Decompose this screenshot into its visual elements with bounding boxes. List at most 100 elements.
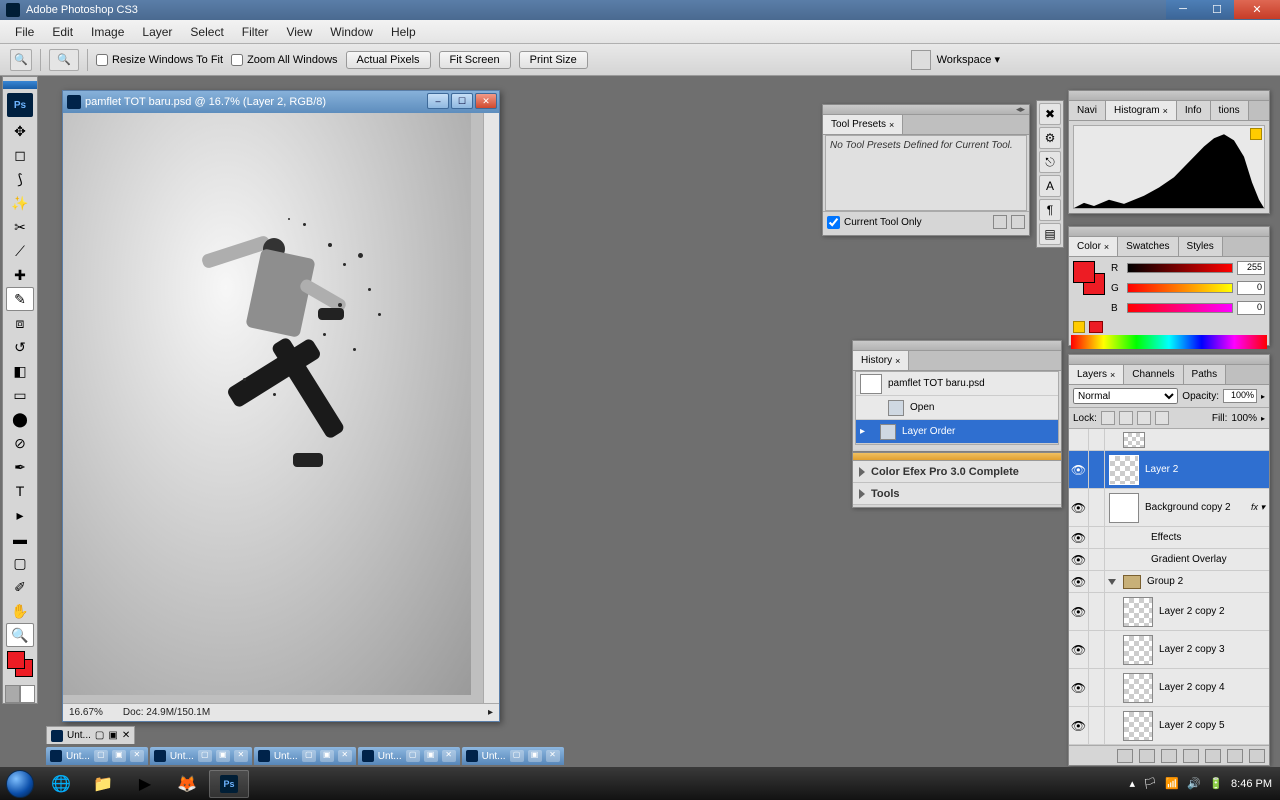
lock-all-icon[interactable] — [1155, 411, 1169, 425]
marquee-tool[interactable]: ◻ — [6, 143, 34, 167]
color-swatch[interactable] — [5, 651, 35, 679]
visibility-toggle[interactable]: 👁 — [1069, 451, 1089, 488]
actual-pixels-button[interactable]: Actual Pixels — [346, 51, 431, 69]
plugin-row[interactable]: Tools — [853, 483, 1061, 505]
blur-tool[interactable]: ⬤ — [6, 407, 34, 431]
gamut-warning-icon[interactable] — [1073, 321, 1085, 333]
tray-flag-icon[interactable]: 🏳 — [1143, 777, 1157, 791]
red-slider[interactable] — [1127, 263, 1233, 273]
lock-position-icon[interactable] — [1137, 411, 1151, 425]
menu-select[interactable]: Select — [181, 22, 232, 42]
zoom-preset-icon[interactable]: 🔍 — [49, 49, 79, 71]
menu-help[interactable]: Help — [382, 22, 425, 42]
history-item[interactable]: Open — [856, 396, 1058, 420]
doc-tab[interactable]: Unt...▢▣✕ — [358, 747, 460, 765]
menu-view[interactable]: View — [277, 22, 321, 42]
new-preset-icon[interactable] — [993, 215, 1007, 229]
layer-effect-row[interactable]: 👁Gradient Overlay — [1069, 549, 1269, 571]
color-swatches[interactable] — [1073, 261, 1105, 305]
taskbar-photoshop-icon[interactable]: Ps — [209, 770, 249, 798]
tab-history[interactable]: History× — [853, 351, 909, 370]
screen-mode-icon[interactable] — [911, 50, 931, 70]
panel-drag-handle[interactable] — [1069, 91, 1269, 101]
doc-tab[interactable]: Unt...▢▣✕ — [462, 747, 564, 765]
new-layer-icon[interactable] — [1227, 749, 1243, 763]
tray-volume-icon[interactable]: 🔊 — [1187, 777, 1201, 791]
type-tool[interactable]: T — [6, 479, 34, 503]
tab-navigator[interactable]: Navi — [1069, 101, 1106, 120]
menu-file[interactable]: File — [6, 22, 43, 42]
panel-drag-handle[interactable]: ◂▸ — [823, 105, 1029, 115]
panel-drag-handle[interactable] — [1069, 227, 1269, 237]
layer-row[interactable]: 👁Layer 2 copy 2 — [1069, 593, 1269, 631]
doc-close-button[interactable]: ✕ — [475, 93, 497, 109]
visibility-toggle[interactable]: 👁 — [1069, 489, 1089, 526]
tab-tool-presets[interactable]: Tool Presets× — [823, 115, 903, 134]
notes-tool[interactable]: ▢ — [6, 551, 34, 575]
fill-input[interactable]: 100% — [1231, 413, 1257, 424]
tray-battery-icon[interactable]: 🔋 — [1209, 777, 1223, 791]
layer-row[interactable]: 👁Layer 2 — [1069, 451, 1269, 489]
menu-edit[interactable]: Edit — [43, 22, 82, 42]
shape-tool[interactable]: ▬ — [6, 527, 34, 551]
window-minimize-button[interactable]: ─ — [1166, 0, 1200, 19]
hand-tool[interactable]: ✋ — [6, 599, 34, 623]
tab-max-icon[interactable]: ▣ — [108, 730, 117, 741]
zoom-tool-icon[interactable]: 🔍 — [10, 49, 32, 71]
layer-row[interactable]: 👁Background copy 2fx ▾ — [1069, 489, 1269, 527]
tray-network-icon[interactable]: 📶 — [1165, 777, 1179, 791]
doc-minimize-button[interactable]: – — [427, 93, 449, 109]
new-group-icon[interactable] — [1205, 749, 1221, 763]
opacity-flyout-icon[interactable]: ▸ — [1261, 392, 1265, 401]
window-close-button[interactable]: ✕ — [1234, 0, 1280, 19]
dock-icon[interactable]: ✖ — [1039, 103, 1061, 125]
tab-info[interactable]: Info — [1177, 101, 1211, 120]
pen-tool[interactable]: ✒ — [6, 455, 34, 479]
current-tool-only-checkbox[interactable] — [827, 216, 840, 229]
taskbar-ie-icon[interactable]: 🌐 — [41, 770, 81, 798]
panel-drag-handle[interactable] — [853, 453, 1061, 461]
tab-histogram[interactable]: Histogram× — [1106, 101, 1177, 120]
tab-swatches[interactable]: Swatches — [1118, 237, 1178, 256]
lock-transparency-icon[interactable] — [1101, 411, 1115, 425]
delete-preset-icon[interactable] — [1011, 215, 1025, 229]
heal-tool[interactable]: ✚ — [6, 263, 34, 287]
zoom-level[interactable]: 16.67% — [69, 707, 103, 718]
adjustment-layer-icon[interactable] — [1183, 749, 1199, 763]
taskbar-media-icon[interactable]: ▶ — [125, 770, 165, 798]
start-button[interactable] — [0, 767, 40, 800]
tab-layers[interactable]: Layers× — [1069, 365, 1124, 384]
history-snapshot[interactable]: pamflet TOT baru.psd — [856, 372, 1058, 396]
green-slider[interactable] — [1127, 283, 1233, 293]
toolbox-handle[interactable] — [3, 81, 37, 89]
layer-row[interactable]: 👁Layer 2 copy 3 — [1069, 631, 1269, 669]
lasso-tool[interactable]: ⟆ — [6, 167, 34, 191]
blue-slider[interactable] — [1127, 303, 1233, 313]
history-brush-tool[interactable]: ↺ — [6, 335, 34, 359]
tab-color[interactable]: Color× — [1069, 237, 1118, 256]
red-value[interactable]: 255 — [1237, 261, 1265, 275]
link-layers-icon[interactable] — [1117, 749, 1133, 763]
lock-pixels-icon[interactable] — [1119, 411, 1133, 425]
gradient-tool[interactable]: ▭ — [6, 383, 34, 407]
tab-actions[interactable]: tions — [1211, 101, 1249, 120]
fit-screen-button[interactable]: Fit Screen — [439, 51, 511, 69]
dock-icon[interactable]: ⚙ — [1039, 127, 1061, 149]
layer-fx-icon[interactable] — [1139, 749, 1155, 763]
menu-layer[interactable]: Layer — [133, 22, 181, 42]
slice-tool[interactable]: ⟋ — [6, 239, 34, 263]
dock-icon[interactable]: A — [1039, 175, 1061, 197]
dock-icon[interactable]: ▤ — [1039, 223, 1061, 245]
layer-mask-icon[interactable] — [1161, 749, 1177, 763]
group-disclosure-icon[interactable] — [1108, 579, 1116, 585]
vertical-scrollbar[interactable] — [483, 113, 499, 703]
window-maximize-button[interactable]: ☐ — [1200, 0, 1234, 19]
layer-effect-row[interactable]: 👁Effects — [1069, 527, 1269, 549]
eyedropper-tool[interactable]: ✐ — [6, 575, 34, 599]
dodge-tool[interactable]: ⊘ — [6, 431, 34, 455]
tab-restore-icon[interactable]: ▢ — [95, 730, 104, 741]
menu-filter[interactable]: Filter — [233, 22, 278, 42]
doc-tab[interactable]: Unt...▢▣✕ — [150, 747, 252, 765]
crop-tool[interactable]: ✂ — [6, 215, 34, 239]
history-item[interactable]: ▸Layer Order — [856, 420, 1058, 444]
